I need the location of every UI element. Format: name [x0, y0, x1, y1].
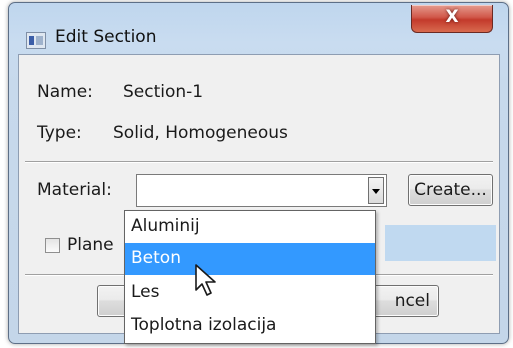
name-label: Name:	[37, 82, 93, 102]
create-material-button[interactable]: Create...	[408, 174, 493, 206]
material-label: Material:	[37, 180, 112, 200]
plane-thickness-field[interactable]	[385, 225, 496, 261]
name-value: Section-1	[123, 82, 204, 102]
type-label: Type:	[37, 123, 82, 143]
material-option-les[interactable]: Les	[125, 277, 375, 309]
mouse-pointer-icon	[195, 264, 216, 296]
material-option-aluminij[interactable]: Aluminij	[125, 211, 375, 243]
material-combobox[interactable]	[136, 174, 387, 207]
type-value: Solid, Homogeneous	[113, 123, 288, 143]
plane-label: Plane	[67, 235, 114, 255]
chevron-down-icon[interactable]	[368, 177, 384, 204]
app-icon	[26, 32, 46, 49]
material-option-toplotna-izolacija[interactable]: Toplotna izolacija	[125, 310, 375, 342]
separator	[25, 161, 493, 163]
plane-checkbox[interactable]	[45, 238, 60, 253]
window-title: Edit Section	[55, 27, 157, 47]
title-bar[interactable]: Edit Section X	[9, 3, 508, 55]
material-dropdown-list: Aluminij Beton Les Toplotna izolacija	[124, 210, 376, 344]
close-button[interactable]: X	[411, 5, 493, 33]
material-option-beton[interactable]: Beton	[125, 243, 375, 275]
